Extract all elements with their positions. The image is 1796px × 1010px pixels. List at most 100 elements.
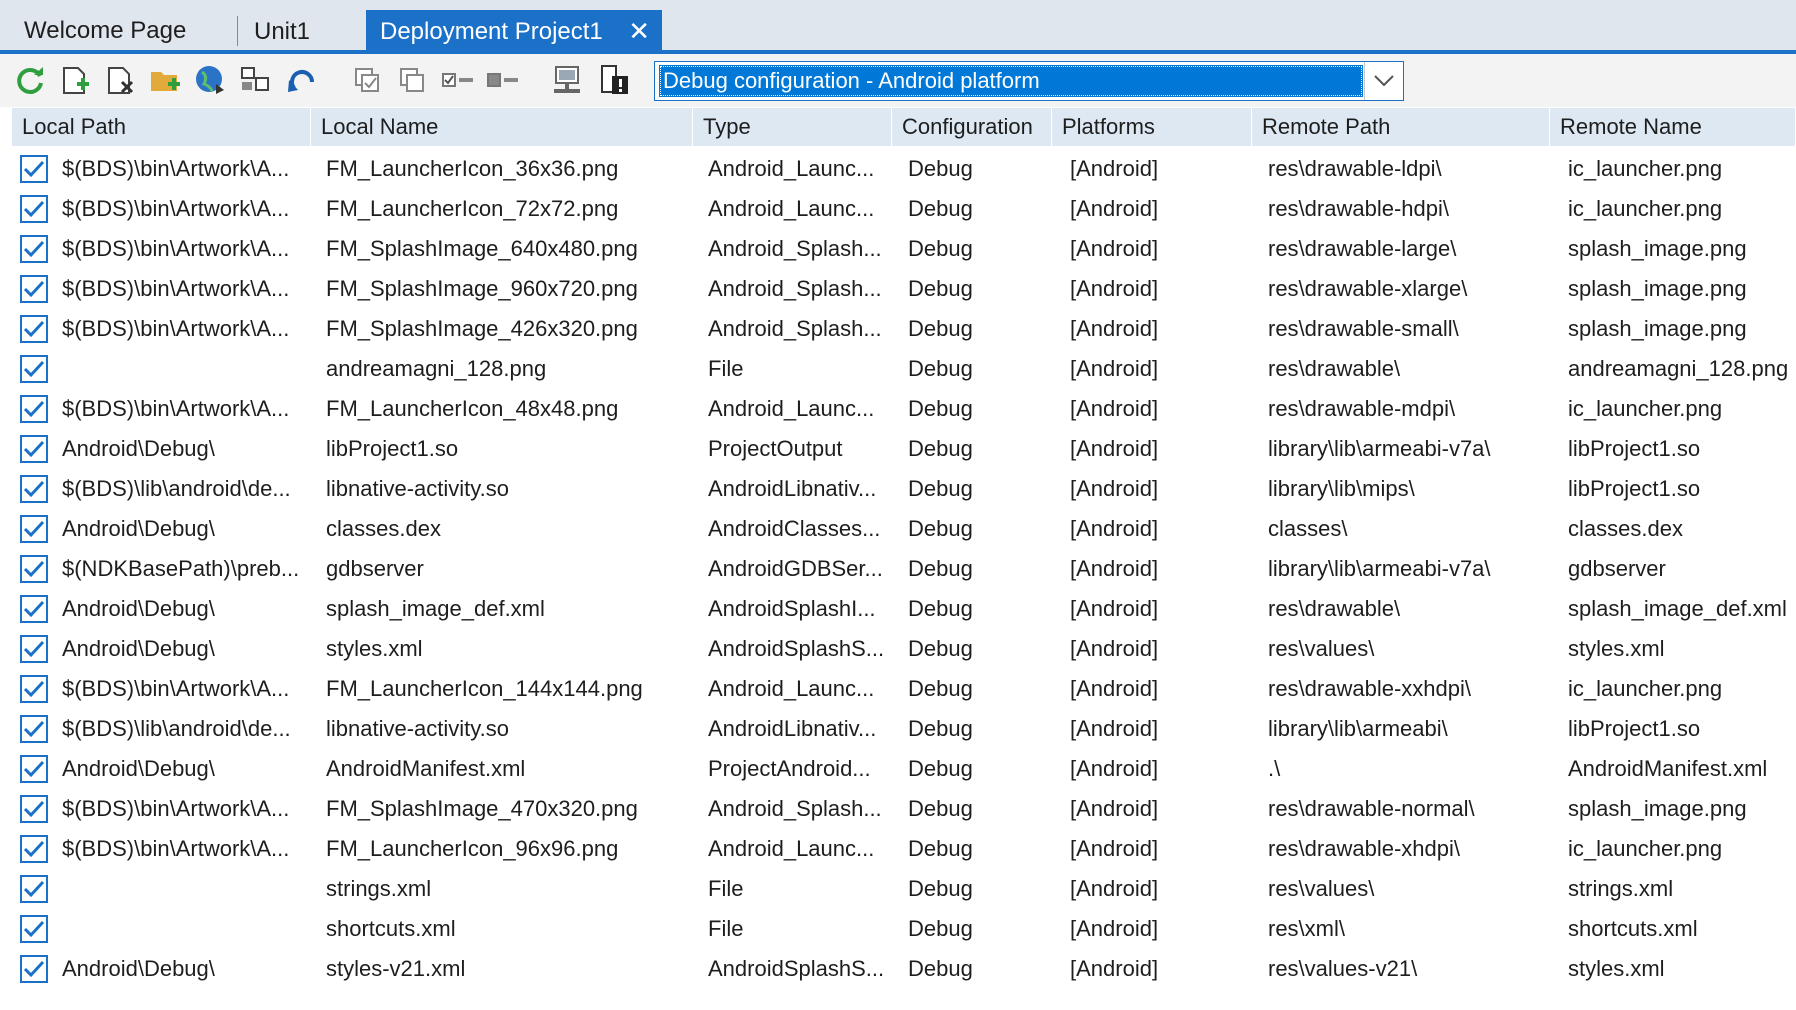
column-header-local-path[interactable]: Local Path [12, 108, 311, 146]
table-row[interactable]: $(BDS)\bin\Artwork\A... FM_LauncherIcon_7… [12, 189, 1796, 229]
add-file-icon[interactable] [57, 62, 93, 98]
cell-remote-name: libProject1.so [1568, 716, 1701, 741]
deploy-checkbox[interactable] [20, 675, 48, 703]
undo-icon[interactable] [284, 62, 320, 98]
connect-remote-icon[interactable] [550, 62, 586, 98]
device-warning-icon[interactable] [597, 62, 633, 98]
deploy-checkbox[interactable] [20, 795, 48, 823]
deploy-checkbox[interactable] [20, 195, 48, 223]
select-unchecked-icon[interactable] [486, 62, 522, 98]
deploy-checkbox[interactable] [20, 555, 48, 583]
cell-local-name: FM_LauncherIcon_36x36.png [326, 156, 619, 181]
cell-configuration: Debug [908, 716, 973, 741]
cell-local-name: shortcuts.xml [326, 916, 456, 941]
table-row[interactable]: Android\Debug\ splash_image_def.xml Androi… [12, 589, 1796, 629]
layout-icon[interactable] [237, 62, 273, 98]
checkmark-icon [23, 760, 45, 778]
deploy-checkbox[interactable] [20, 275, 48, 303]
copy-checked-icon[interactable] [349, 62, 385, 98]
checkmark-icon [23, 600, 45, 618]
select-checked-icon[interactable] [441, 62, 477, 98]
cell-platforms: [Android] [1070, 396, 1159, 421]
checkmark-icon [23, 400, 45, 418]
column-header-local-name[interactable]: Local Name [311, 108, 693, 146]
cell-remote-name: ic_launcher.png [1568, 676, 1723, 701]
deploy-checkbox[interactable] [20, 235, 48, 263]
deploy-checkbox[interactable] [20, 355, 48, 383]
configuration-select[interactable]: Debug configuration - Android platform [654, 61, 1404, 101]
configuration-select-value: Debug configuration - Android platform [659, 65, 1363, 97]
table-row[interactable]: $(BDS)\bin\Artwork\A... FM_LauncherIcon_3… [12, 149, 1796, 189]
table-row[interactable]: $(BDS)\bin\Artwork\A... FM_SplashImage_96… [12, 269, 1796, 309]
table-row[interactable]: $(BDS)\bin\Artwork\A... FM_LauncherIcon_4… [12, 389, 1796, 429]
cell-remote-path: res\drawable-normal\ [1268, 796, 1475, 821]
tab-label: Deployment Project1 [380, 18, 603, 45]
add-folder-icon[interactable] [147, 62, 183, 98]
tab-welcome-page[interactable]: Welcome Page [10, 16, 238, 46]
cell-configuration: Debug [908, 396, 973, 421]
cell-remote-name: libProject1.so [1568, 436, 1701, 461]
deploy-checkbox[interactable] [20, 635, 48, 663]
deploy-checkbox[interactable] [20, 915, 48, 943]
deploy-checkbox[interactable] [20, 755, 48, 783]
table-row[interactable]: Android\Debug\ AndroidManifest.xml Project… [12, 749, 1796, 789]
copy-all-icon[interactable] [394, 62, 430, 98]
checkmark-icon [23, 320, 45, 338]
table-row[interactable]: $(BDS)\bin\Artwork\A... FM_SplashImage_64… [12, 229, 1796, 269]
deploy-checkbox[interactable] [20, 515, 48, 543]
chevron-down-icon[interactable] [1364, 62, 1403, 100]
cell-configuration: Debug [908, 636, 973, 661]
cell-remote-name: styles.xml [1568, 636, 1665, 661]
column-header-remote-path[interactable]: Remote Path [1252, 108, 1550, 146]
table-row[interactable]: strings.xml File Debug [Android] res\values\… [12, 869, 1796, 909]
table-row[interactable]: $(BDS)\bin\Artwork\A... FM_SplashImage_42… [12, 309, 1796, 349]
table-row[interactable]: shortcuts.xml File Debug [Android] res\xml\ s… [12, 909, 1796, 949]
checkmark-icon [23, 680, 45, 698]
deploy-checkbox[interactable] [20, 475, 48, 503]
table-row[interactable]: $(BDS)\bin\Artwork\A... FM_LauncherIcon_1… [12, 669, 1796, 709]
deploy-checkbox[interactable] [20, 315, 48, 343]
remove-file-icon[interactable] [102, 62, 138, 98]
cell-local-name: FM_SplashImage_960x720.png [326, 276, 638, 301]
deploy-checkbox[interactable] [20, 155, 48, 183]
cell-platforms: [Android] [1070, 916, 1159, 941]
cell-type: Android_Splash... [708, 316, 882, 341]
cell-local-name: AndroidManifest.xml [326, 756, 526, 781]
table-row[interactable]: $(BDS)\lib\android\de... libnative-activi… [12, 469, 1796, 509]
cell-platforms: [Android] [1070, 316, 1159, 341]
column-header-type[interactable]: Type [693, 108, 892, 146]
deploy-checkbox[interactable] [20, 435, 48, 463]
table-row[interactable]: Android\Debug\ styles.xml AndroidSplashS..… [12, 629, 1796, 669]
deploy-checkbox[interactable] [20, 955, 48, 983]
checkmark-icon [23, 280, 45, 298]
column-header-configuration[interactable]: Configuration [892, 108, 1052, 146]
table-row[interactable]: $(BDS)\bin\Artwork\A... FM_SplashImage_47… [12, 789, 1796, 829]
deploy-checkbox[interactable] [20, 595, 48, 623]
cell-remote-path: res\drawable-hdpi\ [1268, 196, 1449, 221]
tab-unit1[interactable]: Unit1 [240, 10, 364, 53]
deploy-checkbox[interactable] [20, 875, 48, 903]
table-row[interactable]: Android\Debug\ styles-v21.xml AndroidSplas… [12, 949, 1796, 989]
table-row[interactable]: Android\Debug\ classes.dex AndroidClasses.… [12, 509, 1796, 549]
table-row[interactable]: Android\Debug\ libProject1.so ProjectOutpu… [12, 429, 1796, 469]
cell-type: ProjectOutput [708, 436, 843, 461]
deploy-checkbox[interactable] [20, 835, 48, 863]
tab-deployment-project1[interactable]: Deployment Project1 ✕ [366, 10, 662, 53]
column-header-remote-name[interactable]: Remote Name [1550, 108, 1796, 146]
column-header-platforms[interactable]: Platforms [1052, 108, 1252, 146]
checkmark-icon [23, 880, 45, 898]
cell-type: ProjectAndroid... [708, 756, 871, 781]
globe-deploy-icon[interactable] [192, 62, 228, 98]
cell-configuration: Debug [908, 196, 973, 221]
table-row[interactable]: $(NDKBasePath)\preb... gdbserver AndroidGD… [12, 549, 1796, 589]
table-row[interactable]: $(BDS)\bin\Artwork\A... FM_LauncherIcon_9… [12, 829, 1796, 869]
deploy-checkbox[interactable] [20, 395, 48, 423]
table-row[interactable]: $(BDS)\lib\android\de... libnative-activi… [12, 709, 1796, 749]
checkmark-icon [23, 160, 45, 178]
table-row[interactable]: andreamagni_128.png File Debug [Android] res… [12, 349, 1796, 389]
refresh-icon[interactable] [12, 62, 48, 98]
cell-platforms: [Android] [1070, 276, 1159, 301]
close-tab-icon[interactable]: ✕ [628, 10, 650, 53]
deploy-checkbox[interactable] [20, 715, 48, 743]
checkmark-icon [23, 360, 45, 378]
